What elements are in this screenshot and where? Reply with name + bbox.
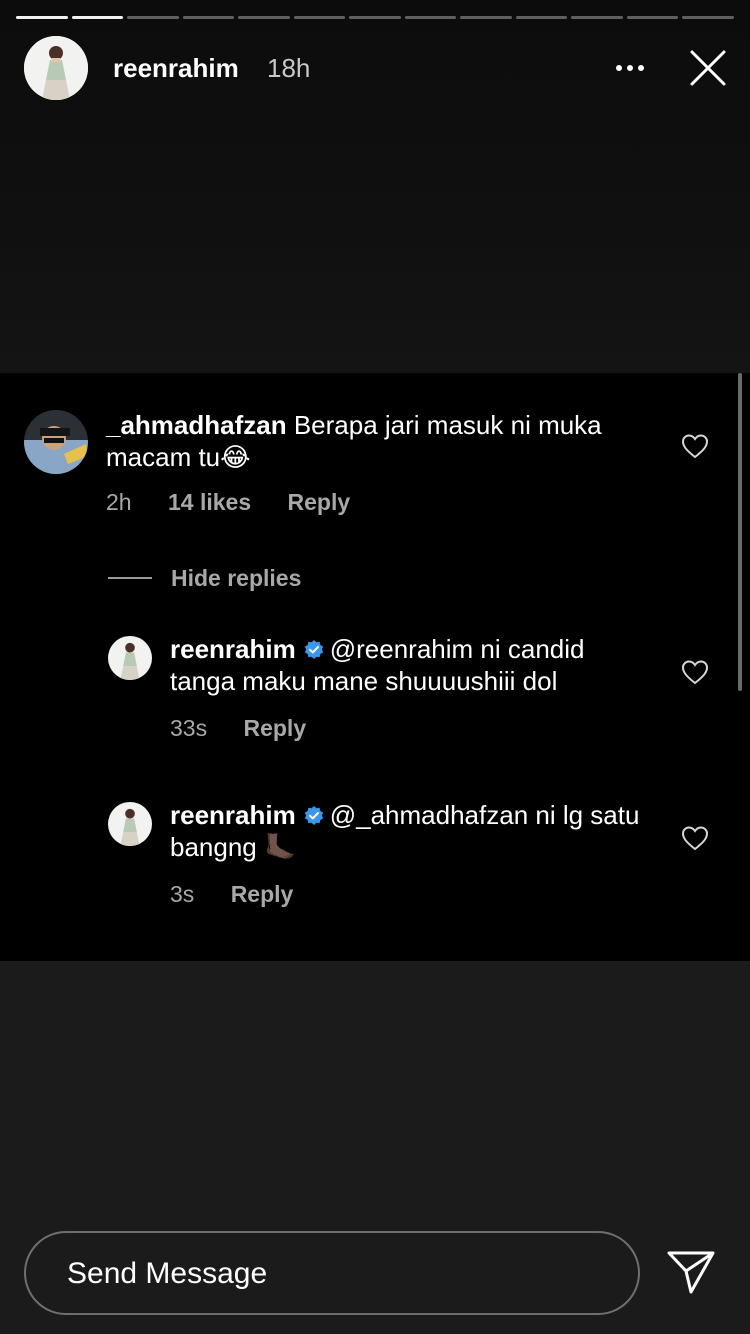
reply-item: reenrahim @_ahmadhafzan ni lg satu bangng… <box>0 789 750 919</box>
progress-segment <box>293 16 346 19</box>
send-message-input[interactable]: Send Message <box>24 1231 640 1315</box>
progress-segment <box>349 16 401 19</box>
send-message-placeholder: Send Message <box>67 1257 268 1290</box>
reply-item: reenrahim @reenrahim ni candid tanga maku… <box>0 623 750 753</box>
progress-segment <box>127 16 179 19</box>
close-icon[interactable] <box>688 48 728 88</box>
comments-panel: _ahmadhafzan Berapa jari masuk ni muka m… <box>0 373 750 961</box>
reply-username[interactable]: reenrahim <box>170 800 296 830</box>
story-username[interactable]: reenrahim <box>113 53 239 84</box>
hide-replies-label: Hide replies <box>171 564 302 591</box>
progress-segment <box>460 16 512 19</box>
progress-segment <box>71 16 124 19</box>
hide-replies-button[interactable]: Hide replies <box>108 563 301 593</box>
progress-segment <box>682 16 734 19</box>
heart-icon[interactable] <box>681 825 709 851</box>
reply-button[interactable]: Reply <box>231 881 294 907</box>
story-header: reenrahim 18h <box>24 36 734 100</box>
progress-segment <box>571 16 623 19</box>
comment-item: _ahmadhafzan Berapa jari masuk ni muka m… <box>0 373 750 533</box>
progress-segment <box>16 16 68 19</box>
reply-button[interactable]: Reply <box>243 715 306 741</box>
divider <box>108 577 152 579</box>
reply-avatar[interactable] <box>108 636 152 680</box>
reply-button[interactable]: Reply <box>288 489 351 515</box>
progress-segment <box>515 16 568 19</box>
reply-username[interactable]: reenrahim <box>170 634 296 664</box>
commenter-avatar[interactable] <box>24 410 88 474</box>
progress-segment <box>238 16 290 19</box>
direct-send-icon[interactable] <box>666 1249 716 1295</box>
verified-badge-icon <box>304 806 323 825</box>
progress-segment <box>404 16 457 19</box>
profile-avatar[interactable] <box>24 36 88 100</box>
heart-icon[interactable] <box>681 433 709 459</box>
more-horizontal-icon[interactable] <box>610 50 650 86</box>
reply-time: 3s <box>170 881 195 907</box>
story-time: 18h <box>267 53 311 83</box>
comment-likes[interactable]: 14 likes <box>168 489 251 515</box>
story-progress-bar <box>16 16 734 19</box>
heart-icon[interactable] <box>681 659 709 685</box>
comment-time: 2h <box>106 489 132 515</box>
progress-segment <box>626 16 679 19</box>
reply-avatar[interactable] <box>108 802 152 846</box>
verified-badge-icon <box>304 640 323 659</box>
comment-username[interactable]: _ahmadhafzan <box>106 410 287 440</box>
reply-time: 33s <box>170 715 208 741</box>
progress-segment <box>182 16 235 19</box>
